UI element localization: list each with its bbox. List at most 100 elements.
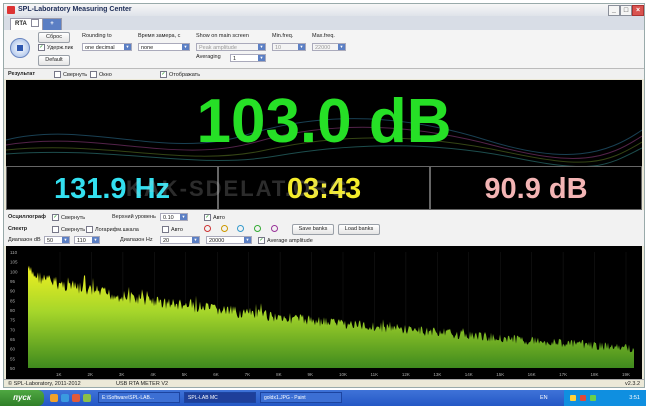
maximize-icon[interactable]: □ [620, 5, 632, 16]
record-button[interactable] [10, 38, 30, 58]
tabs-row: RTA + [4, 16, 644, 31]
app-window: SPL-Laboratory Measuring Center _ □ × RT… [3, 3, 645, 388]
spec-auto-checkbox[interactable]: Авто [162, 226, 183, 233]
upper-level-label: Верхний уровень [112, 214, 156, 220]
minimize-icon[interactable]: _ [608, 5, 620, 16]
media-icon[interactable] [72, 394, 80, 402]
browser-icon[interactable] [61, 394, 69, 402]
add-tab-label: + [50, 21, 54, 27]
min-freq-value: 10 [275, 45, 282, 51]
app-icon-quick[interactable] [83, 394, 91, 402]
stop-icon [17, 45, 23, 51]
spectrum-fill [28, 265, 634, 368]
taskbar: пуск E:\Software\SPL-LAB... SPL-LAB MC g… [0, 390, 646, 406]
averaging-value: 1 [233, 56, 237, 62]
time-select[interactable]: none ▼ [138, 43, 190, 51]
y-tick-label: 75 [10, 318, 16, 323]
taskbar-item-explorer[interactable]: E:\Software\SPL-LAB... [98, 392, 180, 403]
x-tick-label: 15K [496, 372, 504, 377]
result-display-checkbox[interactable]: ✓ Отображать [160, 71, 200, 78]
tab-close-icon[interactable] [31, 19, 40, 28]
osc-collapse-checkbox[interactable]: ✓ Свернуть [52, 214, 85, 221]
averaging-select[interactable]: 1 ▼ [230, 54, 266, 62]
check-icon: ✓ [52, 214, 59, 221]
start-label: пуск [13, 393, 31, 402]
y-tick-label: 85 [10, 298, 16, 303]
hold-peak-label: Удерж.пик [47, 44, 74, 51]
y-tick-label: 50 [10, 366, 16, 371]
max-freq-label: Max.freq. [312, 33, 335, 39]
hz-min-select[interactable]: 20 ▼ [160, 236, 200, 244]
spec-collapse-label: Свернуть [61, 226, 86, 233]
spec-collapse-checkbox[interactable]: Свернуть [52, 226, 85, 233]
osc-auto-checkbox[interactable]: ✓ Авто [204, 214, 225, 221]
upper-level-select[interactable]: 0.10 ▼ [160, 213, 188, 221]
radio-icon[interactable] [237, 225, 245, 232]
window-title: SPL-Laboratory Measuring Center [18, 6, 132, 13]
system-tray: 3:51 [564, 390, 646, 406]
check-icon: ✓ [204, 214, 211, 221]
start-button[interactable]: пуск [0, 390, 44, 406]
spectrum-title: Спектр [8, 226, 28, 232]
status-bar: © SPL-Laboratory, 2011-2012 USB RTA METE… [4, 379, 644, 387]
radio-icon[interactable] [270, 225, 278, 232]
tray-icon[interactable] [570, 395, 576, 401]
tray-icon[interactable] [580, 395, 586, 401]
average-amplitude-checkbox[interactable]: ✓ Average amplitude [258, 237, 313, 244]
hz-max-select[interactable]: 20000 ▼ [206, 236, 252, 244]
secondary-values: 131.9 Hz 03:43 90.9 dB KAK-SDELAT.ORG [6, 166, 642, 210]
x-tick-label: 11K [370, 372, 378, 377]
folder-icon[interactable] [50, 394, 58, 402]
taskbar-item-paint[interactable]: goldx1.JPG - Paint [260, 392, 342, 403]
y-tick-label: 110 [10, 250, 18, 255]
rounding-value: one decimal [85, 45, 115, 51]
secondary-level-value: 90.9 dB [430, 166, 642, 210]
oscillograph-title: Осциллограф [8, 214, 46, 220]
max-freq-value: 22000 [315, 45, 331, 51]
rounding-label: Rounding to [82, 33, 112, 39]
result-window-checkbox[interactable]: Окно [90, 71, 112, 78]
result-title: Результат [8, 71, 36, 77]
radio-icon[interactable] [254, 225, 262, 232]
tray-icon[interactable] [590, 395, 596, 401]
app-icon [7, 6, 15, 14]
db-range-label: Диапазон dB [8, 237, 41, 243]
x-tick-label: 17K [559, 372, 567, 377]
version-text: v2.3.2 [625, 381, 640, 387]
language-indicator[interactable]: EN [540, 390, 548, 406]
close-icon[interactable]: × [632, 5, 644, 16]
result-collapse-checkbox[interactable]: Свернуть [54, 71, 87, 78]
reset-button[interactable]: Сброс [38, 32, 70, 43]
taskbar-item-spl[interactable]: SPL-LAB MC [184, 392, 256, 403]
x-tick-label: 4K [150, 372, 156, 377]
rounding-select[interactable]: one decimal ▼ [82, 43, 132, 51]
x-tick-label: 19K [622, 372, 630, 377]
main-level-value: 103.0 dB [196, 87, 452, 156]
show-main-select[interactable]: Peak amplitude ▼ [196, 43, 266, 51]
y-tick-label: 100 [10, 269, 18, 274]
default-button[interactable]: Default [38, 55, 70, 66]
log-scale-checkbox[interactable]: Логарифм.шкала [86, 226, 139, 233]
y-tick-label: 90 [10, 289, 16, 294]
radio-icon[interactable] [204, 225, 211, 232]
y-tick-label: 105 [10, 260, 18, 265]
db-min-select[interactable]: 50 ▼ [44, 236, 70, 244]
x-tick-label: 13K [433, 372, 441, 377]
radio-icon[interactable] [220, 225, 228, 232]
chevron-down-icon: ▼ [244, 237, 251, 243]
load-banks-button[interactable]: Load banks [338, 224, 380, 235]
spectrum-chart: 110 105 100 95 90 85 80 75 70 65 60 55 50 1K 2K 3K 4K 5K… [6, 246, 642, 379]
min-freq-select[interactable]: 10 ▼ [272, 43, 306, 51]
title-bar: SPL-Laboratory Measuring Center _ □ × [4, 4, 644, 16]
max-freq-select[interactable]: 22000 ▼ [312, 43, 346, 51]
result-window-label: Окно [99, 71, 112, 78]
hold-peak-checkbox[interactable]: ✓ Удерж.пик [38, 44, 73, 51]
osc-auto-label: Авто [213, 214, 225, 221]
x-tick-label: 6K [213, 372, 219, 377]
chevron-down-icon: ▼ [192, 237, 199, 243]
hold-peak-check-icon: ✓ [38, 44, 45, 51]
db-max-select[interactable]: 110 ▼ [74, 236, 100, 244]
show-main-value: Peak amplitude [199, 45, 237, 51]
hz-range-label: Диапазон Hz [120, 237, 153, 243]
save-banks-button[interactable]: Save banks [292, 224, 334, 235]
